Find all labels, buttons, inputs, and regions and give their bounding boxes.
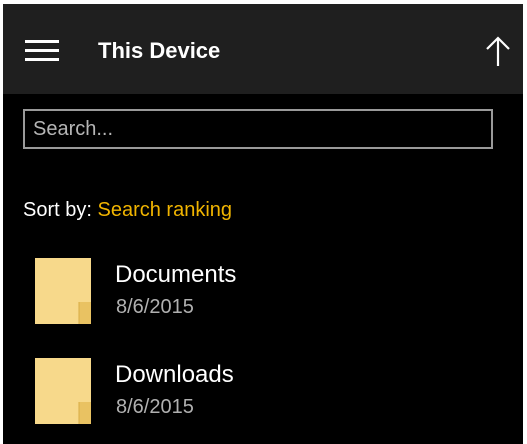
folder-icon xyxy=(35,358,91,424)
item-date: 8/6/2015 xyxy=(116,396,194,418)
search-box xyxy=(23,109,493,149)
folder-icon xyxy=(35,258,91,324)
sort-option-button[interactable]: Search ranking xyxy=(97,199,232,221)
hamburger-line xyxy=(25,58,59,61)
app-screen: This Device Sort by: Search ranking Docu… xyxy=(3,4,523,444)
list-item[interactable]: Documents 8/6/2015 xyxy=(3,258,523,348)
arrow-up-glyph xyxy=(486,36,510,66)
header-bar: This Device xyxy=(3,4,523,94)
hamburger-menu-icon[interactable] xyxy=(25,40,61,62)
hamburger-line xyxy=(25,49,59,52)
page-title: This Device xyxy=(98,38,221,63)
sort-label: Sort by: xyxy=(23,199,92,221)
arrow-up-icon[interactable] xyxy=(481,32,515,72)
list-item[interactable]: Downloads 8/6/2015 xyxy=(3,358,523,444)
item-name: Downloads xyxy=(115,361,234,388)
hamburger-line xyxy=(25,40,59,43)
item-date: 8/6/2015 xyxy=(116,296,194,318)
search-input[interactable] xyxy=(25,111,491,147)
sort-row: Sort by: Search ranking xyxy=(23,197,232,223)
item-name: Documents xyxy=(115,261,237,288)
